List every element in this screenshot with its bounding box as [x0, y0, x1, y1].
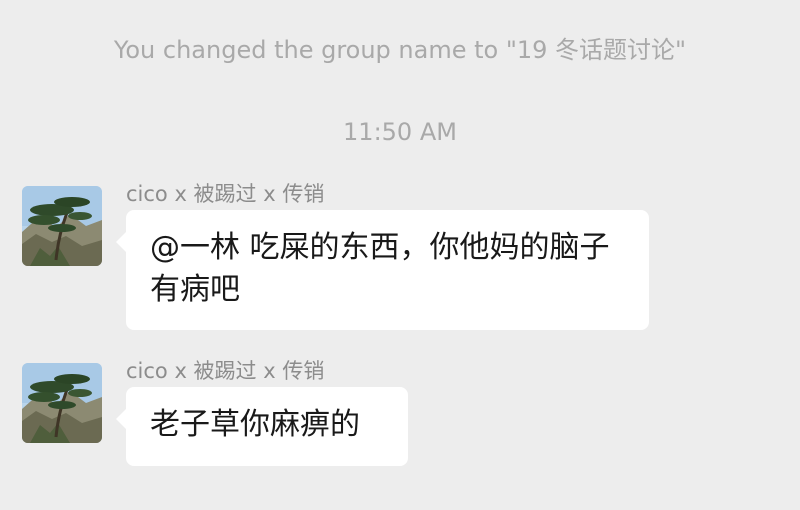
pine-tree-landscape-avatar-icon[interactable]	[22, 186, 102, 266]
sender-name[interactable]: cico x 被踢过 x 传销	[126, 355, 324, 385]
sender-name[interactable]: cico x 被踢过 x 传销	[126, 178, 324, 208]
group-rename-notice: You changed the group name to "19 冬话题讨论"	[113, 36, 687, 64]
message-timestamp: 11:50 AM	[343, 118, 457, 146]
pine-tree-landscape-avatar-icon[interactable]	[22, 363, 102, 443]
message-bubble[interactable]: 老子草你麻痹的	[116, 387, 408, 466]
message-bubble[interactable]: @一林 吃屎的东西，你他妈的脑子有病吧	[116, 210, 649, 330]
